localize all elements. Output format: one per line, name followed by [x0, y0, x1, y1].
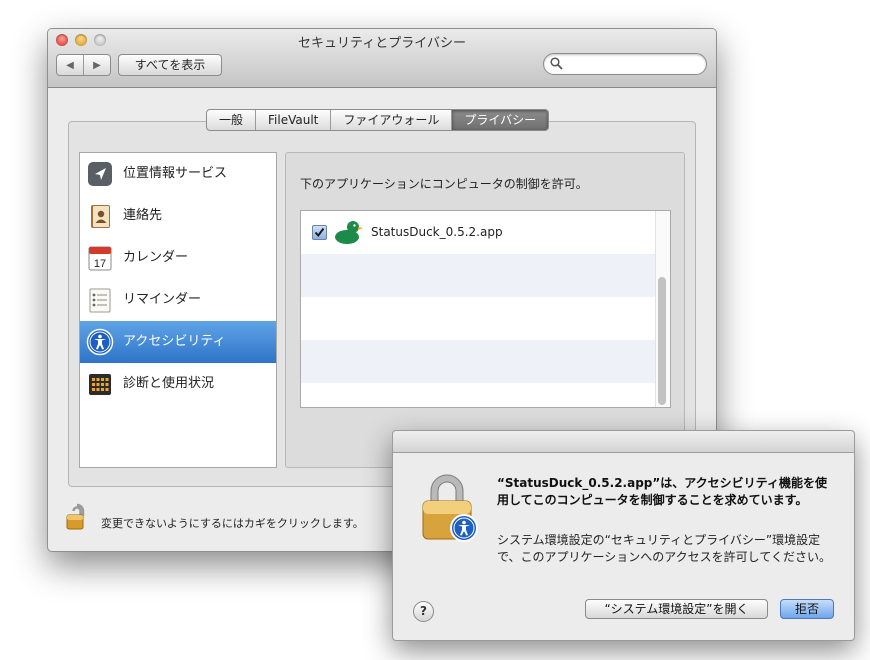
tab-privacy[interactable]: プライバシー [451, 110, 549, 130]
sidebar-item-calendar[interactable]: 17 カレンダー [80, 237, 276, 279]
scrollbar-track[interactable] [655, 211, 670, 407]
tab-firewall[interactable]: ファイアウォール [330, 110, 451, 130]
lock-instruction: 変更できないようにするにはカギをクリックします。 [101, 517, 364, 530]
back-button[interactable]: ◀ [57, 55, 83, 75]
calendar-day: 17 [94, 258, 106, 270]
forward-button[interactable]: ▶ [83, 55, 110, 75]
app-name: StatusDuck_0.5.2.app [371, 225, 503, 239]
sidebar-item-location-services[interactable]: 位置情報サービス [80, 153, 276, 195]
sidebar-item-label: 位置情報サービス [123, 166, 228, 181]
location-services-icon [88, 162, 112, 186]
contacts-icon [91, 205, 110, 228]
app-list: StatusDuck_0.5.2.app [300, 210, 671, 408]
empty-row [301, 297, 655, 340]
duck-icon [335, 221, 363, 244]
reminders-icon [89, 288, 111, 313]
padlock-icon[interactable] [66, 503, 88, 531]
diagnostics-icon [89, 374, 111, 395]
dialog-title-bar [393, 431, 854, 453]
app-checkbox[interactable] [312, 225, 327, 240]
tab-general[interactable]: 一般 [207, 110, 255, 130]
accessibility-icon [86, 328, 114, 356]
sidebar-item-label: アクセシビリティ [123, 334, 226, 349]
deny-button[interactable]: 拒否 [780, 599, 834, 619]
search-field[interactable] [543, 53, 707, 75]
back-forward-control: ◀ ▶ [56, 54, 111, 76]
dialog-message: システム環境設定の“セキュリティとプライバシー”環境設定で、このアプリケーション… [497, 533, 831, 564]
open-system-preferences-button[interactable]: “システム環境設定”を開く [585, 599, 768, 619]
title-bar: セキュリティとプライバシー ◀ ▶ すべてを表示 [48, 29, 716, 88]
accessibility-access-dialog: “StatusDuck_0.5.2.app”は、アクセシビリティ機能を使用してこ… [392, 430, 855, 641]
sidebar-item-label: 連絡先 [123, 208, 163, 223]
show-all-button[interactable]: すべてを表示 [118, 54, 222, 76]
sidebar-item-label: カレンダー [123, 250, 189, 265]
accessibility-pane: 下のアプリケーションにコンピュータの制御を許可。 StatusDuck_0.5.… [285, 152, 685, 468]
sidebar-item-contacts[interactable]: 連絡先 [80, 195, 276, 237]
tab-bar: 一般 FileVault ファイアウォール プライバシー [206, 109, 550, 131]
window-title: セキュリティとプライバシー [298, 36, 466, 51]
app-row: StatusDuck_0.5.2.app [301, 211, 655, 254]
checkmark-icon [314, 227, 325, 238]
sidebar-item-reminders[interactable]: リマインダー [80, 279, 276, 321]
calendar-icon: 17 [88, 246, 112, 271]
help-button[interactable]: ? [413, 601, 434, 622]
dialog-title: “StatusDuck_0.5.2.app”は、アクセシビリティ機能を使用してこ… [497, 476, 827, 507]
pane-description: 下のアプリケーションにコンピュータの制御を許可。 [300, 177, 588, 191]
empty-row [301, 254, 655, 297]
sidebar-item-diagnostics[interactable]: 診断と使用状況 [80, 363, 276, 405]
scrollbar-thumb[interactable] [658, 277, 666, 405]
tab-filevault[interactable]: FileVault [255, 110, 330, 130]
locked-accessibility-icon [422, 474, 478, 542]
sidebar-item-label: 診断と使用状況 [123, 376, 215, 391]
search-icon [550, 57, 563, 70]
sidebar-item-label: リマインダー [123, 292, 202, 307]
empty-row [301, 340, 655, 383]
privacy-category-list: 位置情報サービス 連絡先 17 カレンダー リマインダー アクセシビリティ 診断… [79, 152, 277, 468]
empty-row [301, 383, 655, 407]
sidebar-item-accessibility[interactable]: アクセシビリティ [80, 321, 276, 363]
